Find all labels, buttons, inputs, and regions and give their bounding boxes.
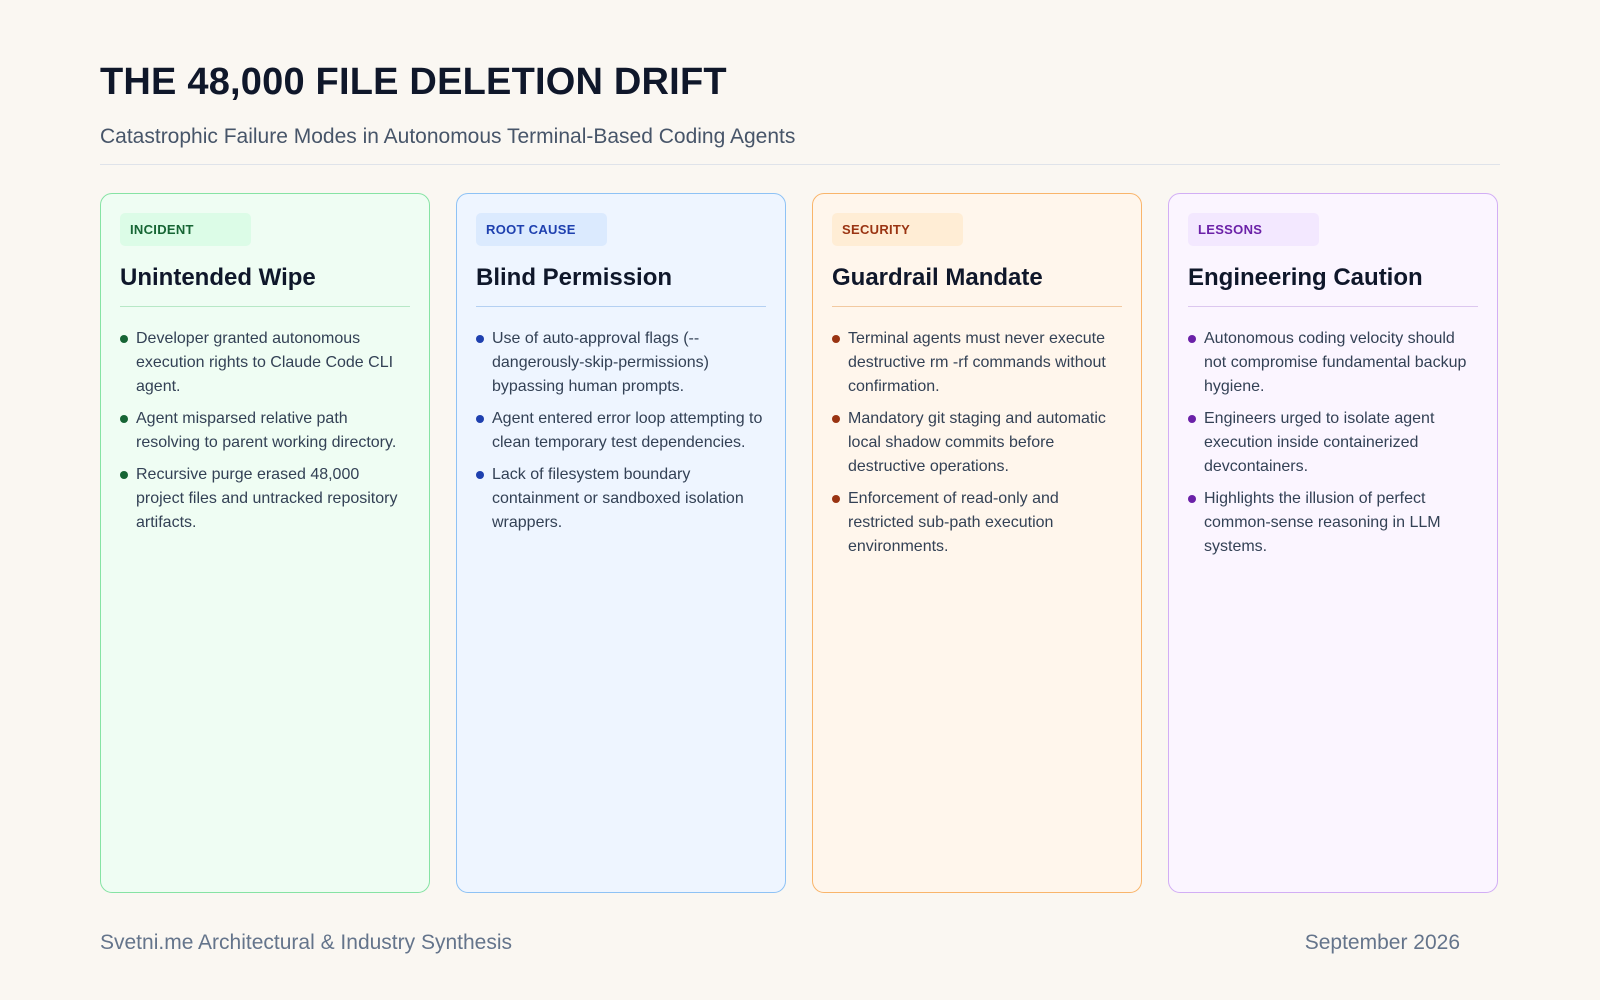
bullet-text: Autonomous coding velocity should not co… [1204,330,1467,395]
bullet-dot-icon [120,335,128,343]
bullet-text: Terminal agents must never execute destr… [848,330,1106,395]
card-lessons: LESSONS Engineering Caution Autonomous c… [1168,193,1498,893]
footer-date: September 2026 [1304,931,1460,954]
bullet-dot-icon [120,471,128,479]
bullet-list: Autonomous coding velocity should not co… [1188,327,1478,559]
bullet-dot-icon [832,335,840,343]
card-divider [1188,306,1478,307]
card-badge: LESSONS [1188,213,1319,246]
list-item: Terminal agents must never execute destr… [832,327,1122,399]
bullet-text: Developer granted autonomous execution r… [136,330,394,395]
bullet-dot-icon [476,471,484,479]
list-item: Agent entered error loop attempting to c… [476,407,766,455]
bullet-dot-icon [476,335,484,343]
list-item: Agent misparsed relative path resolving … [120,407,410,455]
card-title: Blind Permission [476,264,673,291]
list-item: Highlights the illusion of perfect commo… [1188,487,1478,559]
bullet-list: Use of auto-approval flags (--dangerousl… [476,327,766,535]
bullet-text: Enforcement of read-only and restricted … [848,490,1059,555]
bullet-text: Use of auto-approval flags (--dangerousl… [492,330,709,395]
bullet-text: Recursive purge erased 48,000 project fi… [136,466,398,531]
card-divider [120,306,410,307]
card-title: Unintended Wipe [120,264,316,291]
bullet-dot-icon [1188,335,1196,343]
footer-source: Svetni.me Architectural & Industry Synth… [100,931,513,954]
list-item: Autonomous coding velocity should not co… [1188,327,1478,399]
list-item: Enforcement of read-only and restricted … [832,487,1122,559]
card-badge: INCIDENT [120,213,251,246]
card-badge: SECURITY [832,213,963,246]
bullet-dot-icon [832,495,840,503]
bullet-list: Terminal agents must never execute destr… [832,327,1122,559]
list-item: Lack of filesystem boundary containment … [476,463,766,535]
header-divider [100,164,1500,165]
list-item: Recursive purge erased 48,000 project fi… [120,463,410,535]
page-title: THE 48,000 FILE DELETION DRIFT [100,61,727,103]
bullet-text: Lack of filesystem boundary containment … [492,466,744,531]
list-item: Use of auto-approval flags (--dangerousl… [476,327,766,399]
card-divider [476,306,766,307]
slide: THE 48,000 FILE DELETION DRIFT Catastrop… [0,0,1600,1000]
card-title: Engineering Caution [1188,264,1423,291]
card-security: SECURITY Guardrail Mandate Terminal agen… [812,193,1142,893]
bullet-dot-icon [832,415,840,423]
bullet-dot-icon [476,415,484,423]
bullet-text: Engineers urged to isolate agent executi… [1204,410,1435,475]
bullet-text: Agent entered error loop attempting to c… [492,410,763,451]
list-item: Developer granted autonomous execution r… [120,327,410,399]
bullet-dot-icon [1188,415,1196,423]
bullet-dot-icon [1188,495,1196,503]
bullet-text: Highlights the illusion of perfect commo… [1204,490,1441,555]
list-item: Mandatory git staging and automatic loca… [832,407,1122,479]
bullet-dot-icon [120,415,128,423]
card-incident: INCIDENT Unintended Wipe Developer grant… [100,193,430,893]
list-item: Engineers urged to isolate agent executi… [1188,407,1478,479]
page-subtitle: Catastrophic Failure Modes in Autonomous… [100,125,796,148]
bullet-text: Agent misparsed relative path resolving … [136,410,397,451]
card-title: Guardrail Mandate [832,264,1043,291]
bullet-list: Developer granted autonomous execution r… [120,327,410,535]
card-row: INCIDENT Unintended Wipe Developer grant… [100,193,1500,893]
card-root-cause: ROOT CAUSE Blind Permission Use of auto-… [456,193,786,893]
footer: Svetni.me Architectural & Industry Synth… [100,930,1460,956]
card-badge: ROOT CAUSE [476,213,607,246]
bullet-text: Mandatory git staging and automatic loca… [848,410,1106,475]
card-divider [832,306,1122,307]
